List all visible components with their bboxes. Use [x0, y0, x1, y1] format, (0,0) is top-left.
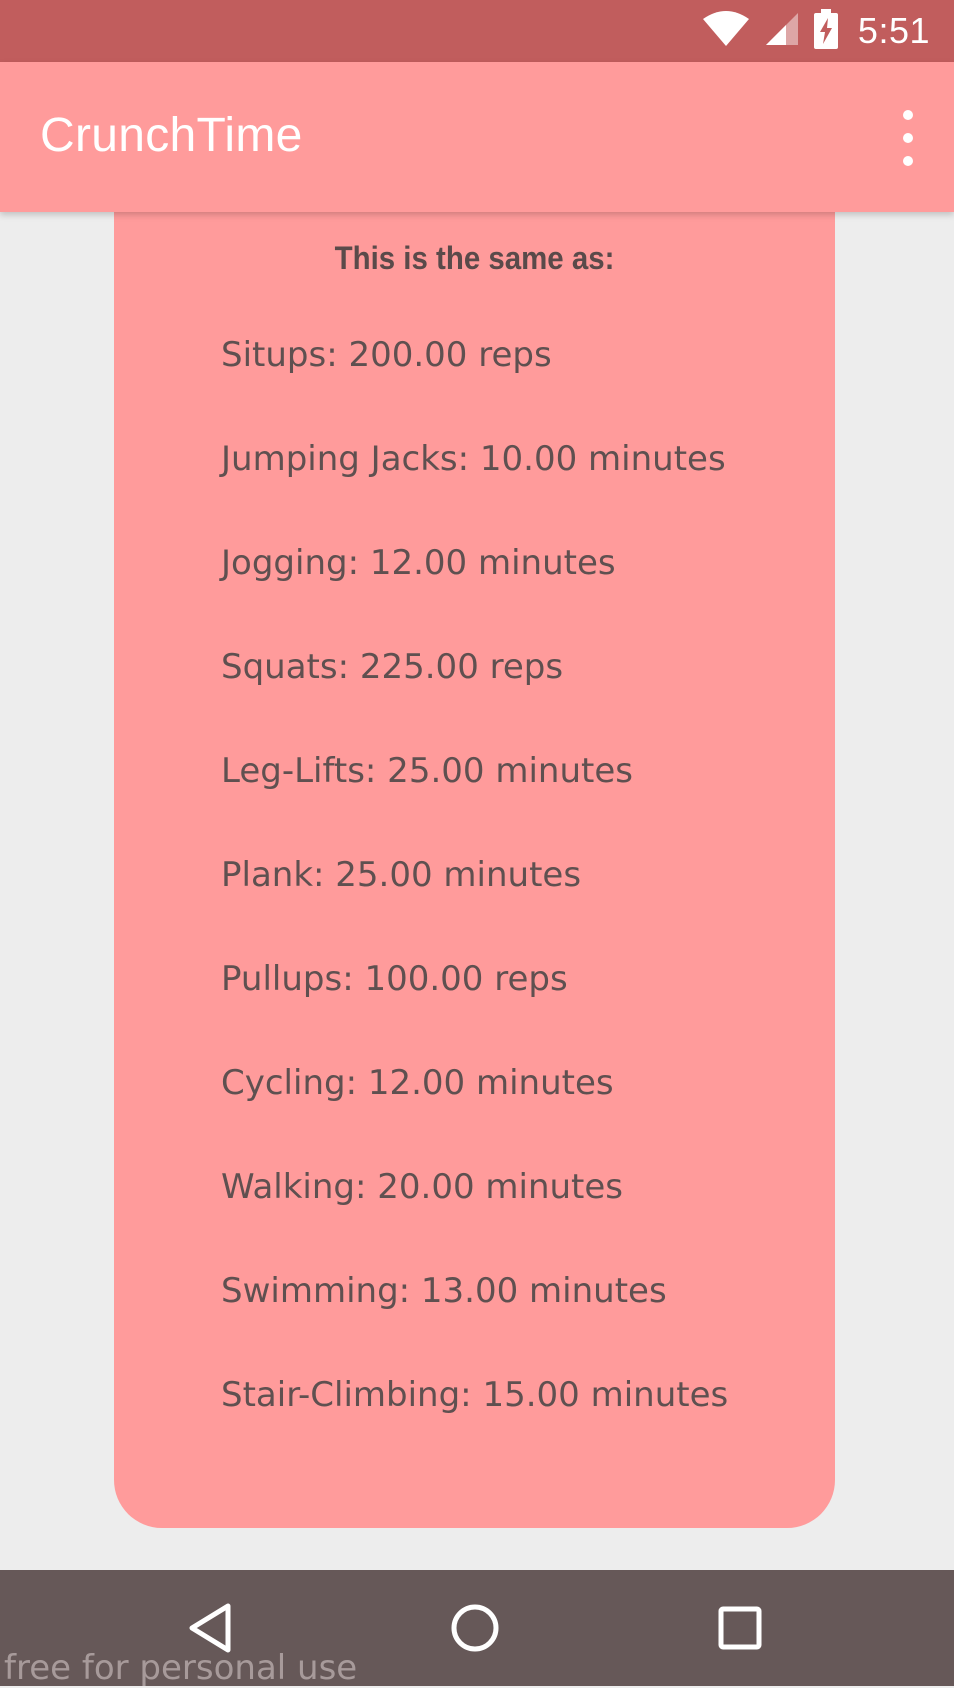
more-vert-icon[interactable] [896, 110, 920, 166]
status-bar: 5:51 [0, 0, 954, 62]
watermark-text: free for personal use [4, 1648, 358, 1688]
wifi-icon [702, 11, 750, 51]
list-item: Jumping Jacks: 10.00 minutes [221, 439, 726, 479]
recents-icon[interactable] [680, 1570, 800, 1686]
list-item: Pullups: 100.00 reps [221, 959, 568, 999]
home-icon[interactable] [415, 1570, 535, 1686]
app-title: CrunchTime [40, 109, 303, 162]
card-heading: This is the same as: [334, 240, 615, 276]
list-item: Walking: 20.00 minutes [221, 1167, 624, 1207]
list-item: Situps: 200.00 reps [221, 335, 552, 375]
list-item: Swimming: 13.00 minutes [221, 1271, 667, 1311]
app-bar: CrunchTime [0, 62, 954, 212]
cellular-signal-icon [764, 11, 800, 51]
list-item: Leg-Lifts: 25.00 minutes [221, 751, 633, 791]
list-item: Cycling: 12.00 minutes [221, 1063, 614, 1103]
list-item: Plank: 25.00 minutes [221, 855, 582, 895]
list-item: Stair-Climbing: 15.00 minutes [221, 1375, 729, 1415]
battery-charging-icon [813, 9, 838, 53]
list-item: Jogging: 12.00 minutes [221, 543, 616, 583]
equivalents-list: Situps: 200.00 reps Jumping Jacks: 10.00… [221, 338, 728, 1482]
status-time: 5:51 [857, 10, 930, 51]
equivalents-card: This is the same as: Situps: 200.00 reps… [114, 170, 835, 1528]
list-item: Squats: 225.00 reps [221, 647, 564, 687]
status-icons: 5:51 [702, 0, 930, 62]
